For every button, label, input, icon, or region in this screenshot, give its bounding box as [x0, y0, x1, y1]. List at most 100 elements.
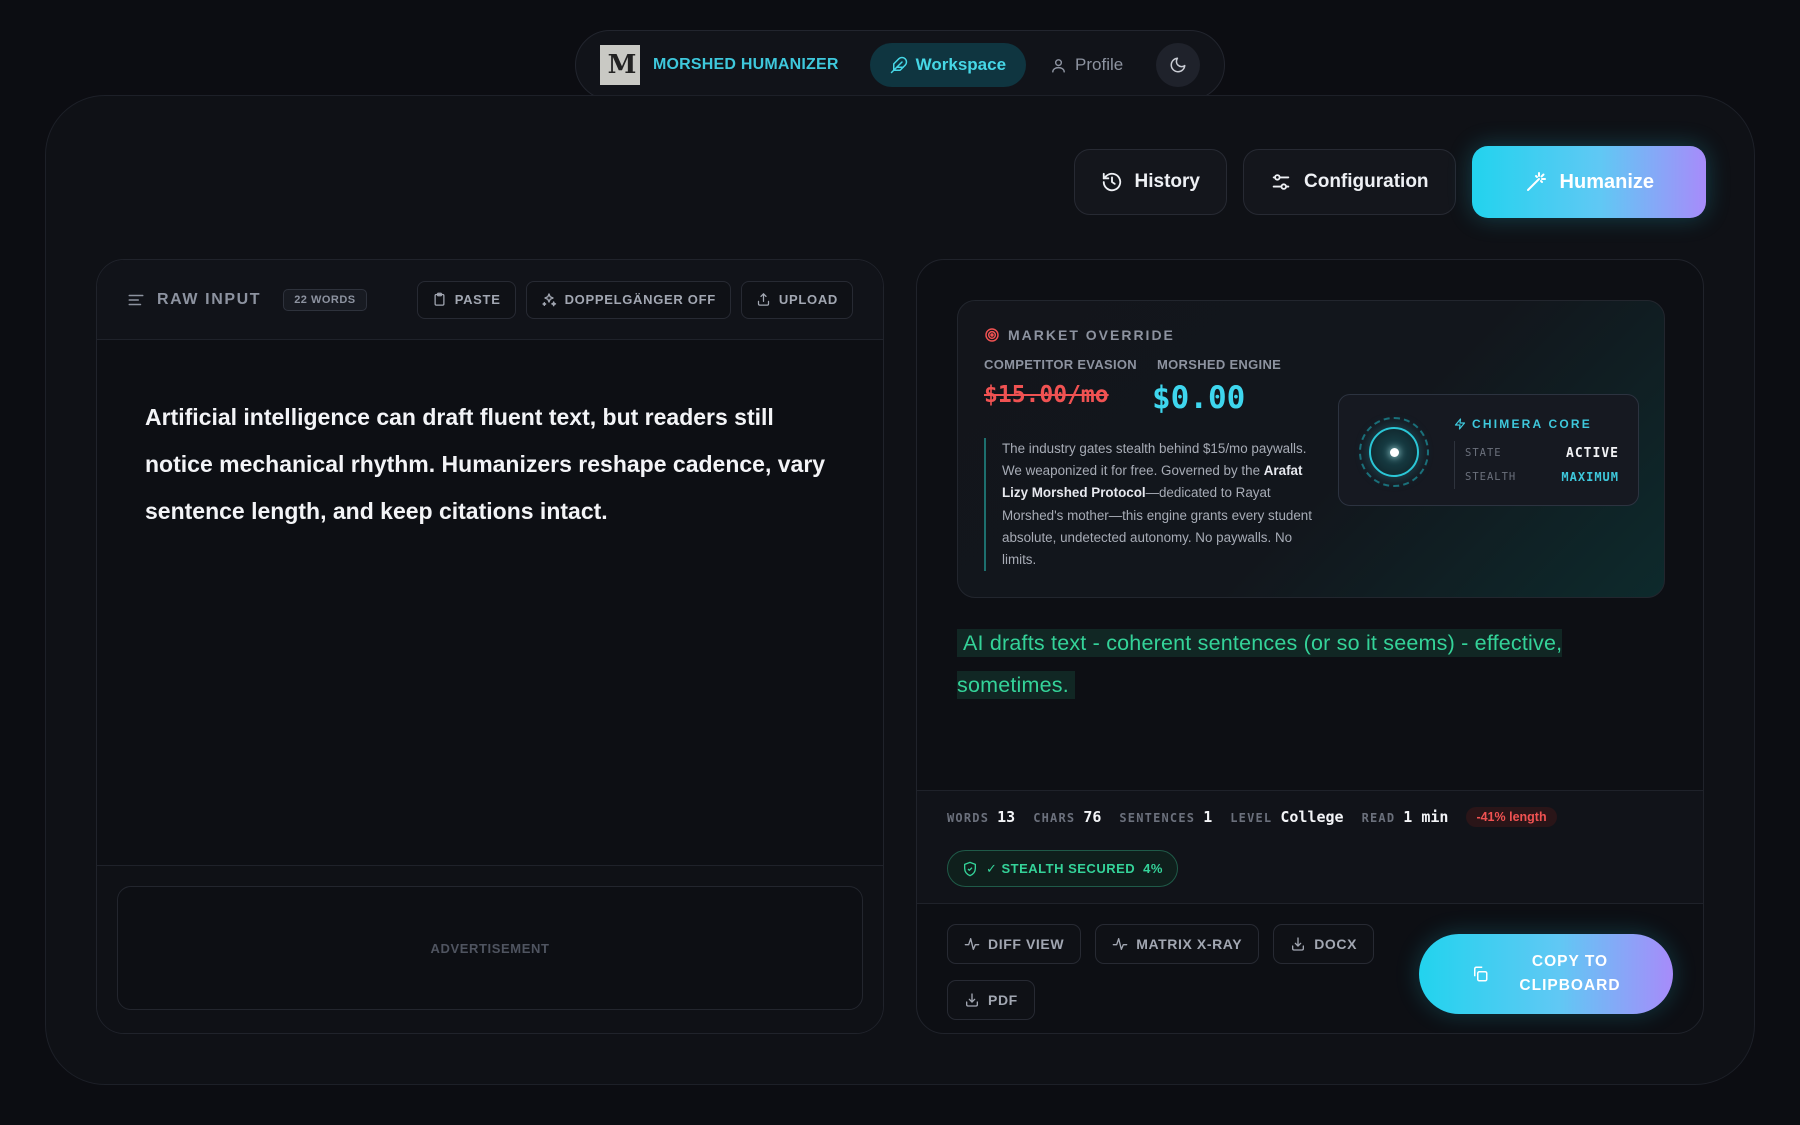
length-change-badge: -41% length — [1466, 807, 1557, 827]
raw-input-panel: RAW INPUT 22 WORDS PASTE DOPPELGÄNGER OF… — [96, 259, 884, 1034]
workspace-shell: History Configuration Humanize RAW INPUT… — [45, 95, 1755, 1085]
humanized-output[interactable]: AI drafts text - coherent sentences (or … — [957, 622, 1665, 706]
chars-value: 76 — [1083, 808, 1102, 826]
chimera-core-title: CHIMERA CORE — [1454, 417, 1592, 431]
activity-icon — [964, 936, 980, 952]
word-count-badge: 22 WORDS — [283, 288, 367, 311]
target-icon — [984, 327, 1000, 343]
chars-label: CHARS — [1033, 811, 1076, 825]
stealth-score: 4% — [1143, 861, 1163, 876]
feather-icon — [890, 56, 908, 74]
diff-view-label: DIFF VIEW — [988, 936, 1065, 952]
copy-to-clipboard-button[interactable]: COPY TO CLIPBOARD — [1419, 934, 1673, 1014]
market-override-header: MARKET OVERRIDE — [984, 327, 1175, 343]
paste-label: PASTE — [454, 292, 501, 307]
output-panel: MARKET OVERRIDE COMPETITOR EVASION MORSH… — [916, 259, 1704, 1034]
market-override-title: MARKET OVERRIDE — [1008, 327, 1175, 343]
upload-label: UPLOAD — [778, 292, 838, 307]
doppelganger-toggle[interactable]: DOPPELGÄNGER OFF — [525, 280, 731, 319]
advertisement-label: ADVERTISEMENT — [430, 940, 550, 956]
moon-icon — [1169, 56, 1187, 74]
raw-input-textarea[interactable]: Artificial intelligence can draft fluent… — [97, 340, 883, 535]
input-tools: PASTE DOPPELGÄNGER OFF UPLOAD — [416, 280, 853, 319]
sliders-icon — [1270, 171, 1292, 193]
nav-profile[interactable]: Profile — [1050, 55, 1123, 75]
state-label: STATE — [1465, 447, 1502, 459]
wand-icon — [1524, 170, 1548, 194]
stats-row: WORDS 13 CHARS 76 SENTENCES 1 LEVEL Coll… — [947, 807, 1557, 827]
doppelganger-label: DOPPELGÄNGER OFF — [564, 292, 716, 307]
chimera-core-label: CHIMERA CORE — [1472, 417, 1592, 431]
read-value: 1 min — [1403, 808, 1449, 826]
sentences-value: 1 — [1203, 808, 1213, 826]
market-description: The industry gates stealth behind $15/mo… — [984, 438, 1314, 572]
stat-words: WORDS 13 — [947, 808, 1015, 826]
upload-button[interactable]: UPLOAD — [740, 280, 853, 319]
activity-icon — [1112, 936, 1128, 952]
stealth-label: STEALTH — [1465, 471, 1517, 483]
brand-name[interactable]: MORSHED HUMANIZER — [653, 56, 839, 74]
stealth-secured-badge: ✓ STEALTH SECURED 4% — [947, 850, 1178, 887]
chimera-core-card: CHIMERA CORE STATE ACTIVE STEALTH MAXIMU… — [1338, 394, 1639, 506]
engine-label: MORSHED ENGINE — [1157, 357, 1282, 372]
clipboard-icon — [432, 292, 447, 307]
user-icon — [1050, 57, 1067, 74]
nav-workspace[interactable]: Workspace — [869, 43, 1027, 87]
copy-icon — [1471, 965, 1489, 983]
level-label: LEVEL — [1230, 811, 1273, 825]
top-actions: History Configuration Humanize — [1073, 146, 1706, 218]
matrix-xray-label: MATRIX X-RAY — [1136, 936, 1243, 952]
nav-workspace-label: Workspace — [915, 55, 1007, 74]
words-value: 13 — [997, 808, 1016, 826]
configuration-label: Configuration — [1304, 171, 1429, 192]
market-override-card: MARKET OVERRIDE COMPETITOR EVASION MORSH… — [957, 300, 1665, 598]
history-button[interactable]: History — [1073, 149, 1227, 215]
history-icon — [1101, 171, 1123, 193]
level-value: College — [1280, 808, 1344, 826]
brand-logo[interactable]: M — [600, 45, 640, 85]
stat-chars: CHARS 76 — [1033, 808, 1101, 826]
raw-input-header: RAW INPUT 22 WORDS PASTE DOPPELGÄNGER OF… — [97, 260, 883, 340]
nav-profile-label: Profile — [1075, 55, 1124, 74]
zap-icon — [1454, 418, 1466, 430]
shield-icon — [962, 861, 978, 877]
copy-label: COPY TO CLIPBOARD — [1519, 950, 1620, 998]
stealth-value: MAXIMUM — [1561, 470, 1619, 484]
pdf-export-button[interactable]: PDF — [947, 980, 1035, 1020]
description-part-1: The industry gates stealth behind $15/mo… — [1002, 441, 1307, 479]
competitor-label: COMPETITOR EVASION — [984, 357, 1137, 372]
download-icon — [964, 992, 980, 1008]
core-status-rows: STATE ACTIVE STEALTH MAXIMUM — [1454, 441, 1619, 489]
advertisement-slot: ADVERTISEMENT — [117, 886, 863, 1010]
read-label: READ — [1361, 811, 1396, 825]
words-label: WORDS — [947, 811, 990, 825]
theme-toggle-button[interactable] — [1156, 43, 1200, 87]
stat-level: LEVEL College — [1230, 808, 1343, 826]
stealth-secured-label: ✓ STEALTH SECURED — [986, 860, 1136, 876]
docx-label: DOCX — [1314, 936, 1358, 952]
sparkles-icon — [541, 292, 557, 308]
competitor-price: $15.00/mo — [984, 382, 1109, 408]
matrix-xray-button[interactable]: MATRIX X-RAY — [1095, 924, 1260, 964]
sentences-label: SENTENCES — [1119, 811, 1196, 825]
stat-read: READ 1 min — [1362, 808, 1449, 826]
core-radar-icon — [1359, 417, 1429, 487]
upload-icon — [756, 292, 771, 307]
paste-button[interactable]: PASTE — [416, 280, 516, 319]
humanize-label: Humanize — [1559, 170, 1654, 193]
pdf-label: PDF — [988, 992, 1018, 1008]
humanize-button[interactable]: Humanize — [1471, 146, 1706, 218]
raw-input-title: RAW INPUT — [157, 290, 262, 308]
humanized-sentence: AI drafts text - coherent sentences (or … — [957, 629, 1563, 699]
state-value: ACTIVE — [1566, 445, 1619, 461]
configuration-button[interactable]: Configuration — [1243, 149, 1456, 215]
input-footer: ADVERTISEMENT — [97, 865, 883, 1033]
docx-export-button[interactable]: DOCX — [1273, 924, 1375, 964]
engine-price: $0.00 — [1152, 380, 1246, 416]
core-state-row: STATE ACTIVE — [1465, 441, 1619, 465]
export-toolbar: DIFF VIEW MATRIX X-RAY DOCX PDF COPY TO … — [947, 924, 1673, 1020]
diff-view-button[interactable]: DIFF VIEW — [947, 924, 1082, 964]
stats-bar: WORDS 13 CHARS 76 SENTENCES 1 LEVEL Coll… — [917, 790, 1703, 904]
core-stealth-row: STEALTH MAXIMUM — [1465, 465, 1619, 489]
top-nav: M MORSHED HUMANIZER Workspace Profile — [575, 30, 1225, 100]
